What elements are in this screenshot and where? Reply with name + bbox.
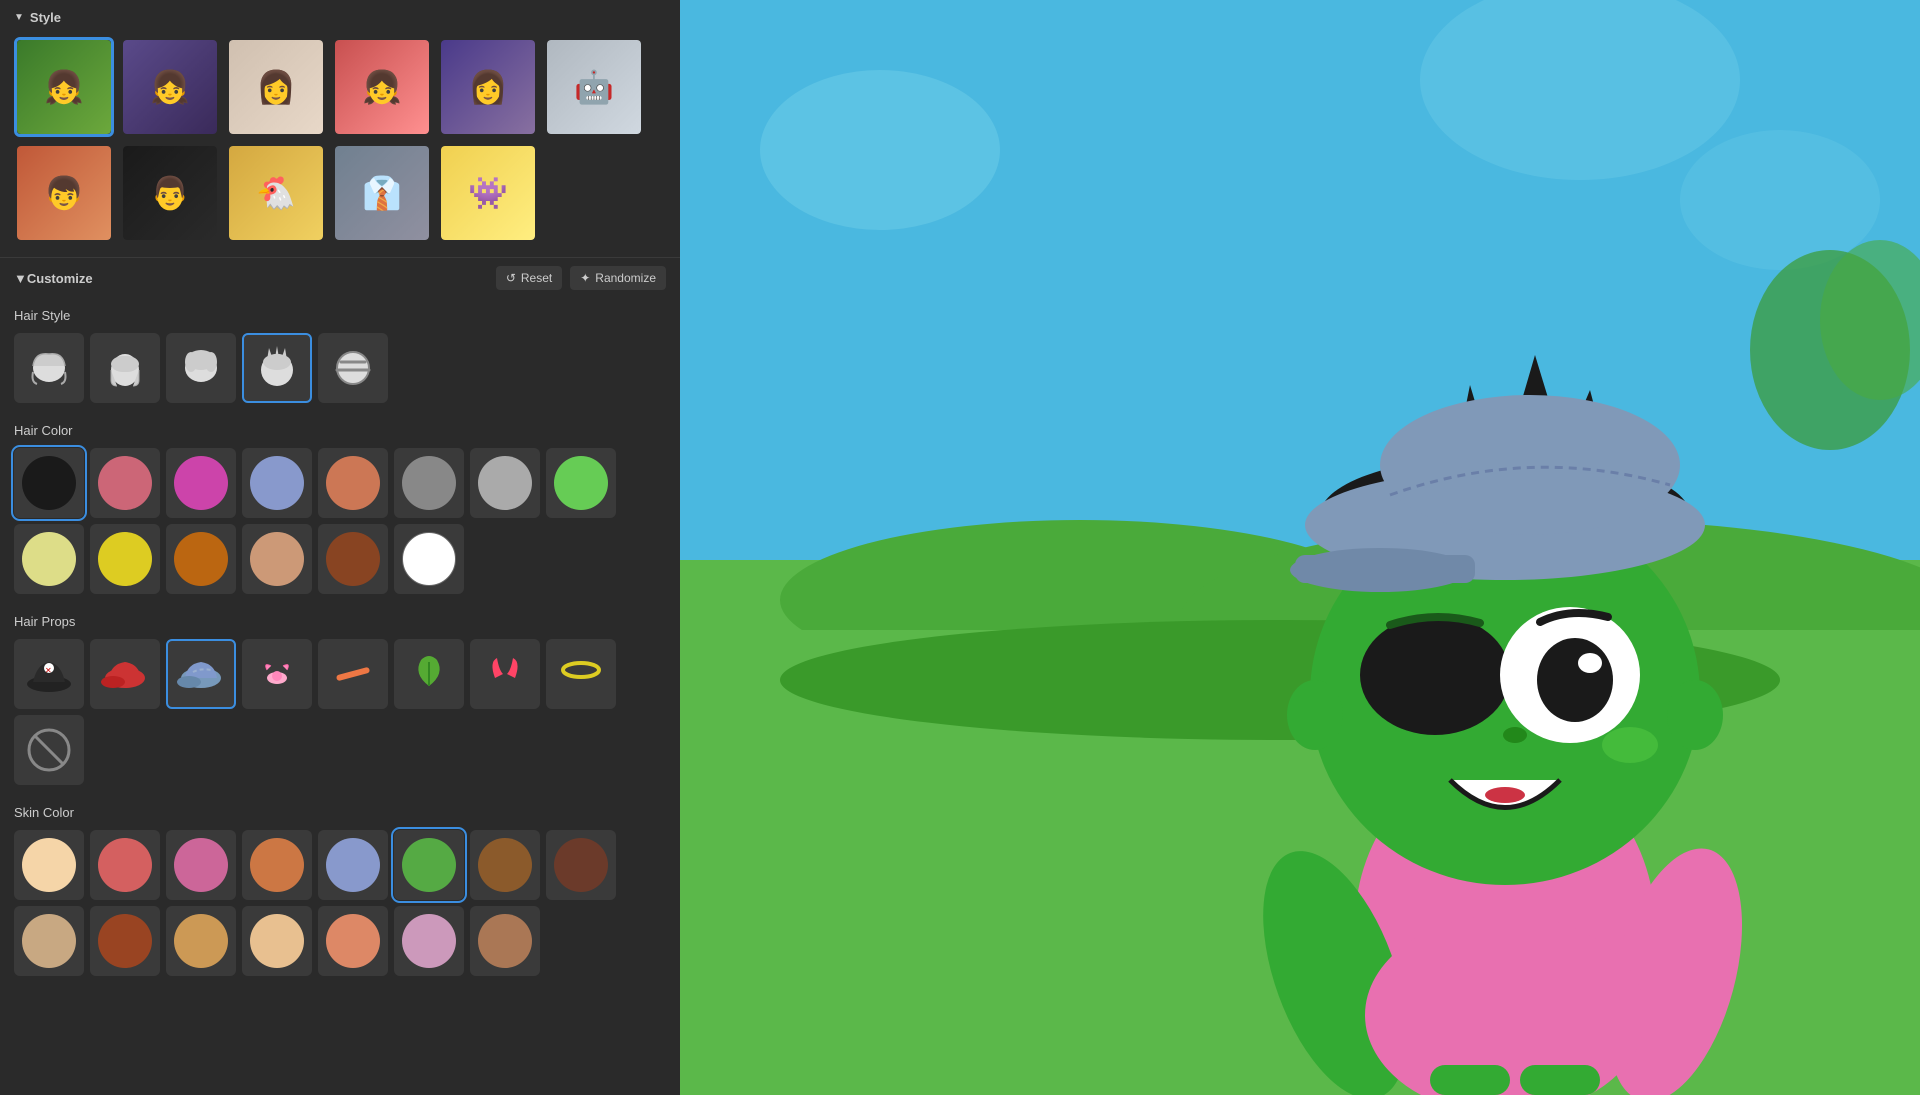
- skin-color-4[interactable]: [242, 830, 312, 900]
- style-character-8[interactable]: 👨: [120, 143, 220, 243]
- hair-color-12[interactable]: [242, 524, 312, 594]
- style-character-1[interactable]: 👧: [14, 37, 114, 137]
- skin-color-7[interactable]: [470, 830, 540, 900]
- randomize-button[interactable]: ✦ Randomize: [570, 266, 666, 290]
- hair-color-14[interactable]: [394, 524, 464, 594]
- hair-prop-5[interactable]: [318, 639, 388, 709]
- style-section-label: Style: [30, 10, 61, 25]
- hair-color-13[interactable]: [318, 524, 388, 594]
- randomize-icon: ✦: [580, 271, 590, 285]
- style-character-10[interactable]: 👔: [332, 143, 432, 243]
- skin-color-grid: [0, 826, 680, 986]
- hair-color-1[interactable]: [14, 448, 84, 518]
- skin-color-9[interactable]: [14, 906, 84, 976]
- hair-color-6[interactable]: [394, 448, 464, 518]
- skin-color-5[interactable]: [318, 830, 388, 900]
- skin-color-3[interactable]: [166, 830, 236, 900]
- hair-color-7[interactable]: [470, 448, 540, 518]
- style-section-header[interactable]: ▼ Style: [0, 0, 680, 31]
- style-chevron-icon: ▼: [14, 12, 24, 23]
- customize-label: Customize: [27, 271, 93, 286]
- hair-style-1[interactable]: [14, 333, 84, 403]
- hair-style-grid: [0, 329, 680, 413]
- skin-color-1[interactable]: [14, 830, 84, 900]
- hair-style-label: Hair Style: [0, 298, 680, 329]
- style-character-grid: 👧👧👩👧👩🤖👦👨🐔👔👾: [0, 31, 680, 257]
- hair-color-5[interactable]: [318, 448, 388, 518]
- style-character-9[interactable]: 🐔: [226, 143, 326, 243]
- style-character-5[interactable]: 👩: [438, 37, 538, 137]
- style-character-3[interactable]: 👩: [226, 37, 326, 137]
- style-character-11[interactable]: 👾: [438, 143, 538, 243]
- hair-style-3[interactable]: [166, 333, 236, 403]
- skin-color-12[interactable]: [242, 906, 312, 976]
- hair-style-4[interactable]: [242, 333, 312, 403]
- skin-color-11[interactable]: [166, 906, 236, 976]
- hair-prop-8[interactable]: [546, 639, 616, 709]
- hair-color-grid: [0, 444, 680, 604]
- hair-color-2[interactable]: [90, 448, 160, 518]
- reset-button[interactable]: ↺ Reset: [496, 266, 562, 290]
- hair-style-2[interactable]: [90, 333, 160, 403]
- hair-color-9[interactable]: [14, 524, 84, 594]
- hair-color-label: Hair Color: [0, 413, 680, 444]
- skin-color-13[interactable]: [318, 906, 388, 976]
- hair-prop-7[interactable]: [470, 639, 540, 709]
- hair-color-4[interactable]: [242, 448, 312, 518]
- customize-section-header: ▼ Customize ↺ Reset ✦ Randomize: [0, 257, 680, 298]
- hair-prop-1[interactable]: ✕: [14, 639, 84, 709]
- customize-actions: ↺ Reset ✦ Randomize: [496, 266, 666, 290]
- character-svg: [1140, 145, 1870, 1095]
- skin-color-10[interactable]: [90, 906, 160, 976]
- hair-color-11[interactable]: [166, 524, 236, 594]
- hair-color-10[interactable]: [90, 524, 160, 594]
- hair-props-label: Hair Props: [0, 604, 680, 635]
- customization-panel: ▼ Style 👧👧👩👧👩🤖👦👨🐔👔👾 ▼ Customize ↺ Reset …: [0, 0, 680, 1095]
- randomize-label: Randomize: [595, 271, 656, 285]
- style-character-4[interactable]: 👧: [332, 37, 432, 137]
- hair-color-8[interactable]: [546, 448, 616, 518]
- style-character-2[interactable]: 👧: [120, 37, 220, 137]
- reset-label: Reset: [521, 271, 552, 285]
- customize-chevron-icon: ▼: [14, 271, 27, 286]
- skin-color-8[interactable]: [546, 830, 616, 900]
- svg-text:✕: ✕: [45, 666, 52, 675]
- character-preview: [680, 0, 1920, 1095]
- reset-icon: ↺: [506, 271, 516, 285]
- skin-color-label: Skin Color: [0, 795, 680, 826]
- style-character-6[interactable]: 🤖: [544, 37, 644, 137]
- hair-prop-3[interactable]: [166, 639, 236, 709]
- skin-color-14[interactable]: [394, 906, 464, 976]
- hair-prop-9[interactable]: [14, 715, 84, 785]
- style-character-7[interactable]: 👦: [14, 143, 114, 243]
- skin-color-6[interactable]: [394, 830, 464, 900]
- hair-prop-4[interactable]: [242, 639, 312, 709]
- skin-color-15[interactable]: [470, 906, 540, 976]
- hair-props-grid: ✕: [0, 635, 680, 795]
- customize-title[interactable]: ▼ Customize: [14, 271, 93, 286]
- skin-color-2[interactable]: [90, 830, 160, 900]
- hair-style-5[interactable]: [318, 333, 388, 403]
- hair-prop-6[interactable]: [394, 639, 464, 709]
- hair-prop-2[interactable]: [90, 639, 160, 709]
- hair-color-3[interactable]: [166, 448, 236, 518]
